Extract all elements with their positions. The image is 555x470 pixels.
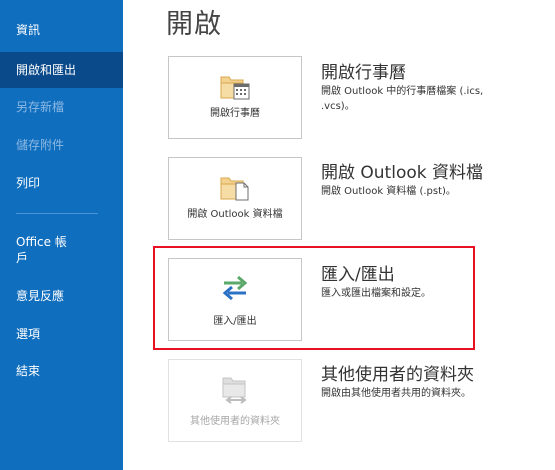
sidebar-item-save-as: 另存新檔 bbox=[16, 100, 65, 114]
open-calendar-tile-label: 開啟行事曆 bbox=[210, 108, 260, 119]
import-export-description: 匯入或匯出檔案和設定。 bbox=[321, 288, 431, 299]
page-title: 開啟 bbox=[166, 9, 222, 40]
sidebar-item-office-account[interactable]: Office 帳 戶 bbox=[0, 234, 123, 266]
other-user-folder-tile: 其他使用者的資料夾 bbox=[168, 359, 302, 442]
sidebar-item-options[interactable]: 選項 bbox=[0, 326, 123, 342]
sidebar-item-info[interactable]: 資訊 bbox=[0, 22, 123, 38]
import-export-tile[interactable]: 匯入/匯出 bbox=[168, 258, 302, 341]
open-data-file-tile-label: 開啟 Outlook 資料檔 bbox=[187, 209, 283, 220]
import-export-tile-label: 匯入/匯出 bbox=[213, 316, 257, 327]
sidebar-item-print[interactable]: 列印 bbox=[0, 175, 123, 191]
sidebar-item-feedback[interactable]: 意見反應 bbox=[0, 288, 123, 304]
open-calendar-title: 開啟行事曆 bbox=[321, 63, 406, 83]
sidebar-item-open-export[interactable]: 開啟和匯出 bbox=[0, 52, 123, 88]
shared-folder-icon bbox=[222, 377, 247, 404]
open-data-file-description: 開啟 Outlook 資料檔 (.pst)。 bbox=[321, 186, 456, 197]
folder-file-icon bbox=[220, 177, 249, 201]
open-data-file-title: 開啟 Outlook 資料檔 bbox=[321, 163, 483, 183]
folder-calendar-icon bbox=[220, 76, 250, 100]
other-user-folder-tile-label: 其他使用者的資料夾 bbox=[190, 416, 280, 427]
sidebar-item-exit[interactable]: 結束 bbox=[0, 363, 123, 379]
import-export-arrows-icon bbox=[222, 275, 248, 301]
sidebar-item-save-attachments: 儲存附件 bbox=[16, 138, 65, 152]
other-user-folder-description: 開啟由其他使用者共用的資料夾。 bbox=[321, 388, 471, 399]
other-user-folder-title: 其他使用者的資料夾 bbox=[321, 365, 474, 385]
open-data-file-tile[interactable]: 開啟 Outlook 資料檔 bbox=[168, 157, 302, 240]
backstage-sidebar: 資訊 開啟和匯出 另存新檔 儲存附件 列印 Office 帳 戶 意見反應 選項… bbox=[0, 0, 123, 470]
import-export-title: 匯入/匯出 bbox=[321, 265, 395, 285]
sidebar-divider bbox=[16, 213, 98, 214]
open-calendar-tile[interactable]: 開啟行事曆 bbox=[168, 56, 302, 139]
open-calendar-description: 開啟 Outlook 中的行事曆檔案 (.ics, .vcs)。 bbox=[321, 86, 484, 112]
